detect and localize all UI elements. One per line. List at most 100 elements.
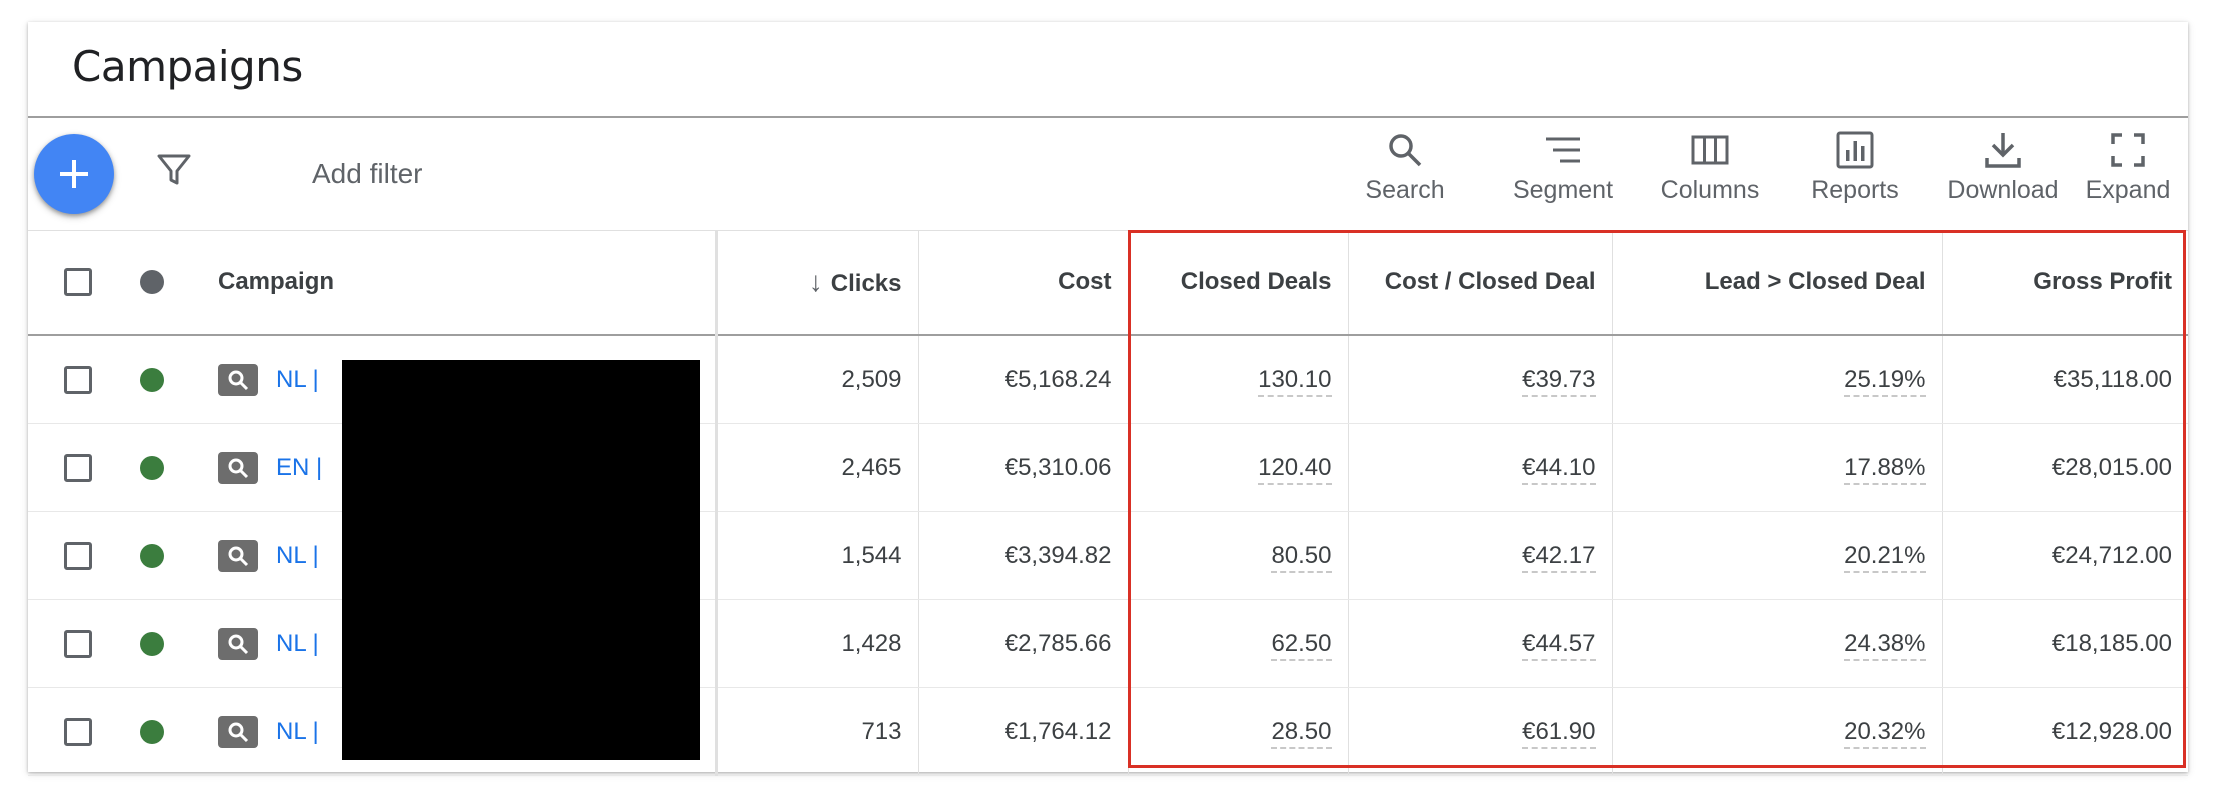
status-enabled-dot[interactable] xyxy=(140,631,164,656)
cost-per-closed-deal-value[interactable]: €44.57 xyxy=(1522,629,1596,661)
lead-to-closed-deal-value[interactable]: 20.21% xyxy=(1844,541,1926,573)
title-bar: Campaigns xyxy=(28,22,2188,118)
closed-deals-cell: 80.50 xyxy=(1128,511,1349,600)
cost-cell: €5,310.06 xyxy=(918,423,1129,512)
download-icon xyxy=(1985,133,2021,168)
select-all-cell xyxy=(28,230,128,336)
search-campaign-icon xyxy=(218,540,258,572)
cost-per-closed-deal-value[interactable]: €44.10 xyxy=(1522,453,1596,485)
clicks-cell: 1,544 xyxy=(716,511,919,600)
cost-per-closed-deal-cell: €44.10 xyxy=(1348,423,1613,512)
redacted-area xyxy=(342,360,700,760)
row-status-cell xyxy=(128,687,208,776)
closed-deals-cell: 62.50 xyxy=(1128,599,1349,688)
cost-per-closed-deal-value[interactable]: €39.73 xyxy=(1522,365,1596,397)
campaign-name-link[interactable]: EN | xyxy=(276,454,322,482)
segment-icon xyxy=(1546,137,1580,163)
reports-tool-label: Reports xyxy=(1811,176,1899,204)
clicks-header[interactable]: ↓ Clicks xyxy=(716,230,919,336)
campaign-name-link[interactable]: NL | xyxy=(276,366,319,394)
campaign-name-link[interactable]: NL | xyxy=(276,630,319,658)
lead-to-closed-deal-cell: 17.88% xyxy=(1612,423,1943,512)
row-status-cell xyxy=(128,335,208,424)
status-enabled-dot[interactable] xyxy=(140,455,164,480)
gross-profit-cell: €24,712.00 xyxy=(1942,511,2188,600)
clicks-cell: 713 xyxy=(716,687,919,776)
closed-deals-value[interactable]: 62.50 xyxy=(1271,629,1332,661)
row-status-cell xyxy=(128,511,208,600)
download-tool-button[interactable]: Download xyxy=(1918,130,2088,205)
search-tool-label: Search xyxy=(1365,176,1445,204)
clicks-cell: 1,428 xyxy=(716,599,919,688)
cost-per-closed-deal-cell: €42.17 xyxy=(1348,511,1613,600)
cost-per-closed-deal-cell: €44.57 xyxy=(1348,599,1613,688)
closed-deals-value[interactable]: 28.50 xyxy=(1271,717,1332,749)
expand-tool-button[interactable]: Expand xyxy=(2078,130,2178,205)
row-checkbox[interactable] xyxy=(64,717,92,746)
gross-profit-cell: €18,185.00 xyxy=(1942,599,2188,688)
campaigns-card: Campaigns Add filter Search Segment Colu… xyxy=(28,22,2188,776)
page-title: Campaigns xyxy=(72,42,303,91)
status-enabled-dot[interactable] xyxy=(140,543,164,568)
row-checkbox[interactable] xyxy=(64,453,92,482)
gross-profit-cell: €35,118.00 xyxy=(1942,335,2188,424)
search-campaign-icon xyxy=(218,628,258,660)
search-campaign-icon xyxy=(218,716,258,748)
cost-per-closed-deal-value[interactable]: €42.17 xyxy=(1522,541,1596,573)
cost-cell: €3,394.82 xyxy=(918,511,1129,600)
status-enabled-dot[interactable] xyxy=(140,367,164,392)
row-checkbox[interactable] xyxy=(64,365,92,394)
cost-cell: €5,168.24 xyxy=(918,335,1129,424)
row-select-cell xyxy=(28,687,128,776)
expand-icon xyxy=(2111,133,2145,167)
closed-deals-header[interactable]: Closed Deals xyxy=(1128,230,1349,336)
cost-per-closed-deal-header[interactable]: Cost / Closed Deal xyxy=(1348,230,1613,336)
gross-profit-cell: €12,928.00 xyxy=(1942,687,2188,776)
cost-per-closed-deal-cell: €39.73 xyxy=(1348,335,1613,424)
search-campaign-icon xyxy=(218,364,258,396)
lead-to-closed-deal-cell: 20.32% xyxy=(1612,687,1943,776)
columns-icon xyxy=(1691,135,1729,165)
filter-icon[interactable] xyxy=(156,152,192,188)
status-enabled-dot[interactable] xyxy=(140,719,164,744)
search-tool-button[interactable]: Search xyxy=(1350,130,1460,205)
row-checkbox[interactable] xyxy=(64,541,92,570)
cost-cell: €1,764.12 xyxy=(918,687,1129,776)
campaign-header[interactable]: Campaign xyxy=(208,230,718,336)
segment-tool-label: Segment xyxy=(1512,176,1614,204)
lead-to-closed-deal-value[interactable]: 17.88% xyxy=(1844,453,1926,485)
lead-to-closed-deal-value[interactable]: 20.32% xyxy=(1844,717,1926,749)
lead-to-closed-deal-cell: 25.19% xyxy=(1612,335,1943,424)
add-campaign-button[interactable] xyxy=(34,134,114,214)
lead-to-closed-deal-cell: 20.21% xyxy=(1612,511,1943,600)
cost-per-closed-deal-value[interactable]: €61.90 xyxy=(1522,717,1596,749)
lead-to-closed-deal-header[interactable]: Lead > Closed Deal xyxy=(1612,230,1943,336)
search-icon xyxy=(1389,134,1422,167)
columns-tool-label: Columns xyxy=(1660,176,1760,204)
closed-deals-cell: 28.50 xyxy=(1128,687,1349,776)
lead-to-closed-deal-value[interactable]: 24.38% xyxy=(1844,629,1926,661)
closed-deals-value[interactable]: 80.50 xyxy=(1271,541,1332,573)
select-all-checkbox[interactable] xyxy=(64,268,92,296)
download-tool-label: Download xyxy=(1947,176,2059,204)
closed-deals-cell: 120.40 xyxy=(1128,423,1349,512)
gross-profit-header[interactable]: Gross Profit xyxy=(1942,230,2188,336)
closed-deals-value[interactable]: 130.10 xyxy=(1258,365,1332,397)
campaign-name-link[interactable]: NL | xyxy=(276,542,319,570)
campaign-name-link[interactable]: NL | xyxy=(276,718,319,746)
row-select-cell xyxy=(28,423,128,512)
clicks-cell: 2,465 xyxy=(716,423,919,512)
segment-tool-button[interactable]: Segment xyxy=(1488,130,1638,205)
sort-arrow-icon: ↓ xyxy=(808,266,823,297)
row-status-cell xyxy=(128,599,208,688)
closed-deals-value[interactable]: 120.40 xyxy=(1258,453,1332,485)
gross-profit-cell: €28,015.00 xyxy=(1942,423,2188,512)
status-header-dot[interactable] xyxy=(140,270,164,294)
lead-to-closed-deal-value[interactable]: 25.19% xyxy=(1844,365,1926,397)
row-checkbox[interactable] xyxy=(64,629,92,658)
add-filter-input[interactable]: Add filter xyxy=(312,158,423,190)
reports-tool-button[interactable]: Reports xyxy=(1780,130,1930,205)
table-header-row: Campaign ↓ Clicks Cost Closed Deals Cost … xyxy=(28,230,2188,336)
cost-header[interactable]: Cost xyxy=(918,230,1129,336)
columns-tool-button[interactable]: Columns xyxy=(1632,130,1788,205)
